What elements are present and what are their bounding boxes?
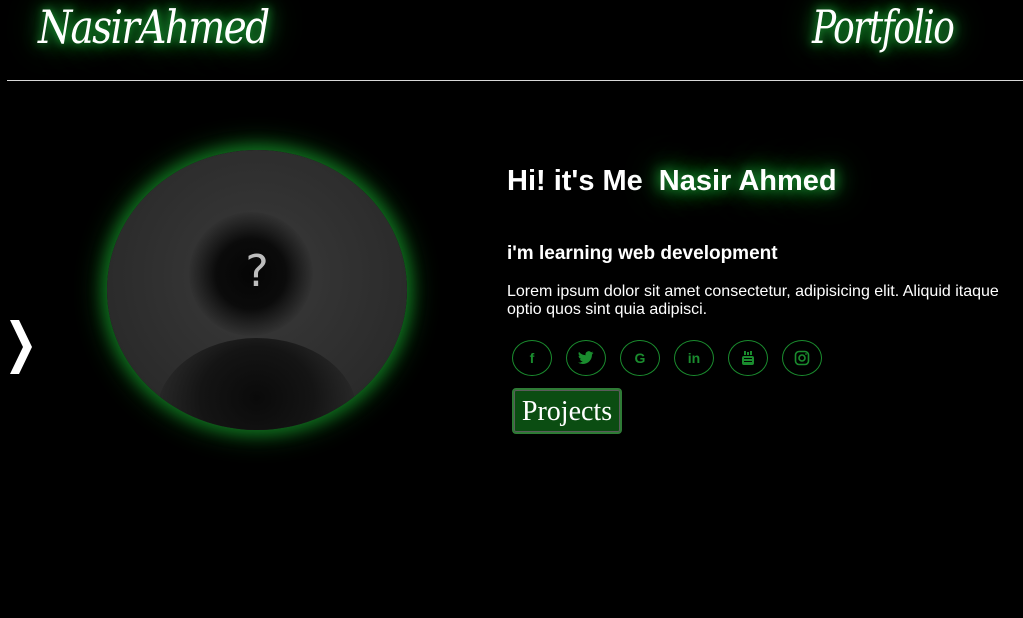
youtube-link[interactable] [728,340,768,376]
social-links: f G in [512,340,822,376]
nav-portfolio-link[interactable]: Portfolio [812,0,955,54]
greeting-prefix: Hi! it's Me [507,165,643,197]
linkedin-link[interactable]: in [674,340,714,376]
header: NasirAhmed Portfolio [0,0,1023,82]
instagram-link[interactable] [782,340,822,376]
linkedin-icon: in [687,350,701,366]
intro-text: Lorem ipsum dolor sit amet consectetur, … [507,283,999,318]
brand-logo[interactable]: NasirAhmed [38,0,270,54]
portfolio-page: NasirAhmed Portfolio ? Hi! it's Me Nasir … [0,0,1023,618]
header-divider [7,80,1023,81]
instagram-icon [794,350,810,366]
facebook-icon: f [529,350,535,366]
greeting-name: Nasir Ahmed [658,165,837,197]
projects-button[interactable]: Projects [512,388,622,434]
tagline: i'm learning web development [507,243,778,264]
profile-avatar: ? [107,150,407,430]
twitter-icon [578,351,594,365]
youtube-icon [742,351,754,365]
google-link[interactable]: G [620,340,660,376]
facebook-link[interactable]: f [512,340,552,376]
chevron-right-icon[interactable] [8,316,36,378]
avatar-placeholder-mark: ? [245,246,269,297]
greeting-heading: Hi! it's Me Nasir Ahmed [507,165,837,198]
avatar-body-silhouette [157,338,357,430]
twitter-link[interactable] [566,340,606,376]
google-icon: G [634,350,646,366]
